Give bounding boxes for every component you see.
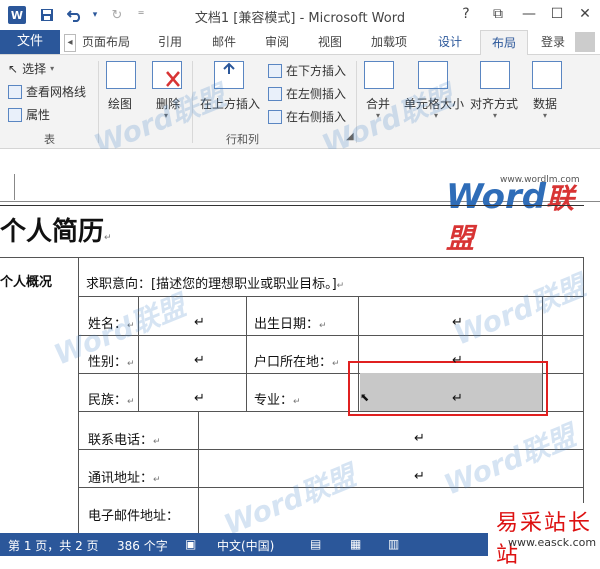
insert-right-icon: [268, 109, 282, 124]
tab-table-layout[interactable]: 布局: [480, 30, 528, 56]
tab-page-layout[interactable]: 页面布局: [80, 30, 132, 54]
tab-references[interactable]: 引用: [152, 30, 188, 54]
view-gridlines-button[interactable]: 查看网格线: [8, 83, 86, 100]
maximize-button[interactable]: ☐: [546, 4, 568, 24]
alignment-button[interactable]: 对齐方式: [470, 95, 518, 112]
avatar[interactable]: [575, 32, 595, 52]
tab-file[interactable]: 文件: [0, 30, 60, 54]
data-icon: [532, 61, 562, 89]
table-border: [78, 257, 79, 533]
title-bar: W ▾ ↻ ⁼ 文档1 [兼容模式] - Microsoft Word ? ⧉ …: [0, 0, 600, 30]
email-label[interactable]: 电子邮件地址：: [88, 505, 179, 524]
watermark: Word联盟: [439, 419, 581, 502]
chevron-down-icon: ▾: [543, 111, 548, 120]
chevron-down-icon: ▾: [493, 111, 498, 120]
insert-left-icon: [268, 86, 282, 101]
title-border: [0, 205, 584, 206]
language-indicator[interactable]: 中文(中国): [217, 537, 274, 554]
insert-below-icon: [268, 63, 282, 78]
tab-table-design[interactable]: 设计: [430, 30, 470, 54]
document-area[interactable]: www.wordlm.com Word联盟 个人简历↵ 个人概况 求职意向：[描…: [0, 149, 600, 533]
major-label[interactable]: 专业：↵: [254, 389, 301, 408]
ribbon-panel: ↖ 选择 ▾ 查看网格线 属性 表 绘图 删除 ▾ 在上方插入 在下方插入 在左…: [0, 55, 600, 162]
tab-scroll-left-icon[interactable]: ◂: [64, 34, 76, 52]
help-button[interactable]: ?: [455, 4, 477, 24]
phone-label[interactable]: 联系电话：↵: [88, 429, 161, 448]
header-margin-mark: [14, 174, 15, 200]
objective-cell[interactable]: 求职意向：[描述您的理想职业或职业目标。]↵: [86, 273, 344, 292]
group-label-rows-cols: 行和列: [226, 133, 259, 146]
section-label[interactable]: 个人概况: [0, 271, 52, 290]
tab-review[interactable]: 审阅: [259, 30, 295, 54]
site-logo: 易采站长站 www.easck.com: [488, 503, 600, 568]
tab-view[interactable]: 视图: [312, 30, 348, 54]
insert-below-button[interactable]: 在下方插入: [268, 62, 346, 79]
window-title: 文档1 [兼容模式] - Microsoft Word: [194, 11, 406, 26]
birth-label[interactable]: 出生日期：↵: [254, 313, 327, 332]
watermark: Word联盟: [449, 269, 591, 352]
word-count[interactable]: 386 个字: [117, 537, 168, 554]
hukou-value-cell[interactable]: ↵: [452, 353, 463, 368]
delete-table-icon: [152, 61, 182, 89]
table-border: [246, 296, 247, 411]
name-value-cell[interactable]: ↵: [194, 315, 205, 330]
web-layout-icon[interactable]: ▥: [388, 537, 399, 551]
merge-icon: [364, 61, 394, 89]
close-button[interactable]: ✕: [574, 4, 596, 24]
ribbon-display-button[interactable]: ⧉: [487, 4, 509, 24]
cell-select-cursor-icon: ⬉: [360, 391, 370, 404]
table-border: [198, 411, 199, 533]
gender-value-cell[interactable]: ↵: [194, 353, 205, 368]
major-value-cell[interactable]: ↵: [452, 391, 463, 406]
tab-addins[interactable]: 加载项: [365, 30, 413, 54]
group-label-table: 表: [44, 133, 55, 146]
draw-table-icon: [106, 61, 136, 89]
page-count[interactable]: 第 1 页，共 2 页: [8, 537, 99, 554]
login-link[interactable]: 登录: [541, 30, 565, 54]
properties-icon: [8, 107, 22, 122]
select-cursor-icon: ↖: [8, 61, 19, 76]
gridlines-icon: [8, 84, 22, 99]
highlight-box: [348, 361, 548, 416]
read-mode-icon[interactable]: ▤: [310, 537, 321, 551]
minimize-button[interactable]: —: [518, 4, 540, 24]
chevron-down-icon: ▾: [50, 64, 55, 73]
watermark-logo: Word联盟: [446, 177, 575, 255]
watermark: Word联盟: [219, 459, 361, 533]
data-button[interactable]: 数据: [533, 95, 557, 112]
tab-mailings[interactable]: 邮件: [206, 30, 242, 54]
resume-title[interactable]: 个人简历↵: [0, 211, 112, 248]
proofing-icon[interactable]: ▣: [185, 537, 196, 551]
alignment-icon: [480, 61, 510, 89]
properties-button[interactable]: 属性: [8, 106, 50, 123]
select-button[interactable]: ↖ 选择 ▾: [8, 60, 54, 77]
insert-left-button[interactable]: 在左侧插入: [268, 85, 346, 102]
print-layout-icon[interactable]: ▦: [350, 537, 361, 551]
table-border: [0, 257, 584, 258]
ribbon-tabs: 文件 ◂ 页面布局 引用 邮件 审阅 视图 加载项 设计 布局 登录: [0, 30, 600, 56]
hukou-label[interactable]: 户口所在地：↵: [254, 351, 340, 370]
address-label[interactable]: 通讯地址：↵: [88, 467, 161, 486]
ethnic-label[interactable]: 民族：↵: [88, 389, 135, 408]
address-value-cell[interactable]: ↵: [414, 469, 425, 484]
phone-value-cell[interactable]: ↵: [414, 431, 425, 446]
ethnic-value-cell[interactable]: ↵: [194, 391, 205, 406]
